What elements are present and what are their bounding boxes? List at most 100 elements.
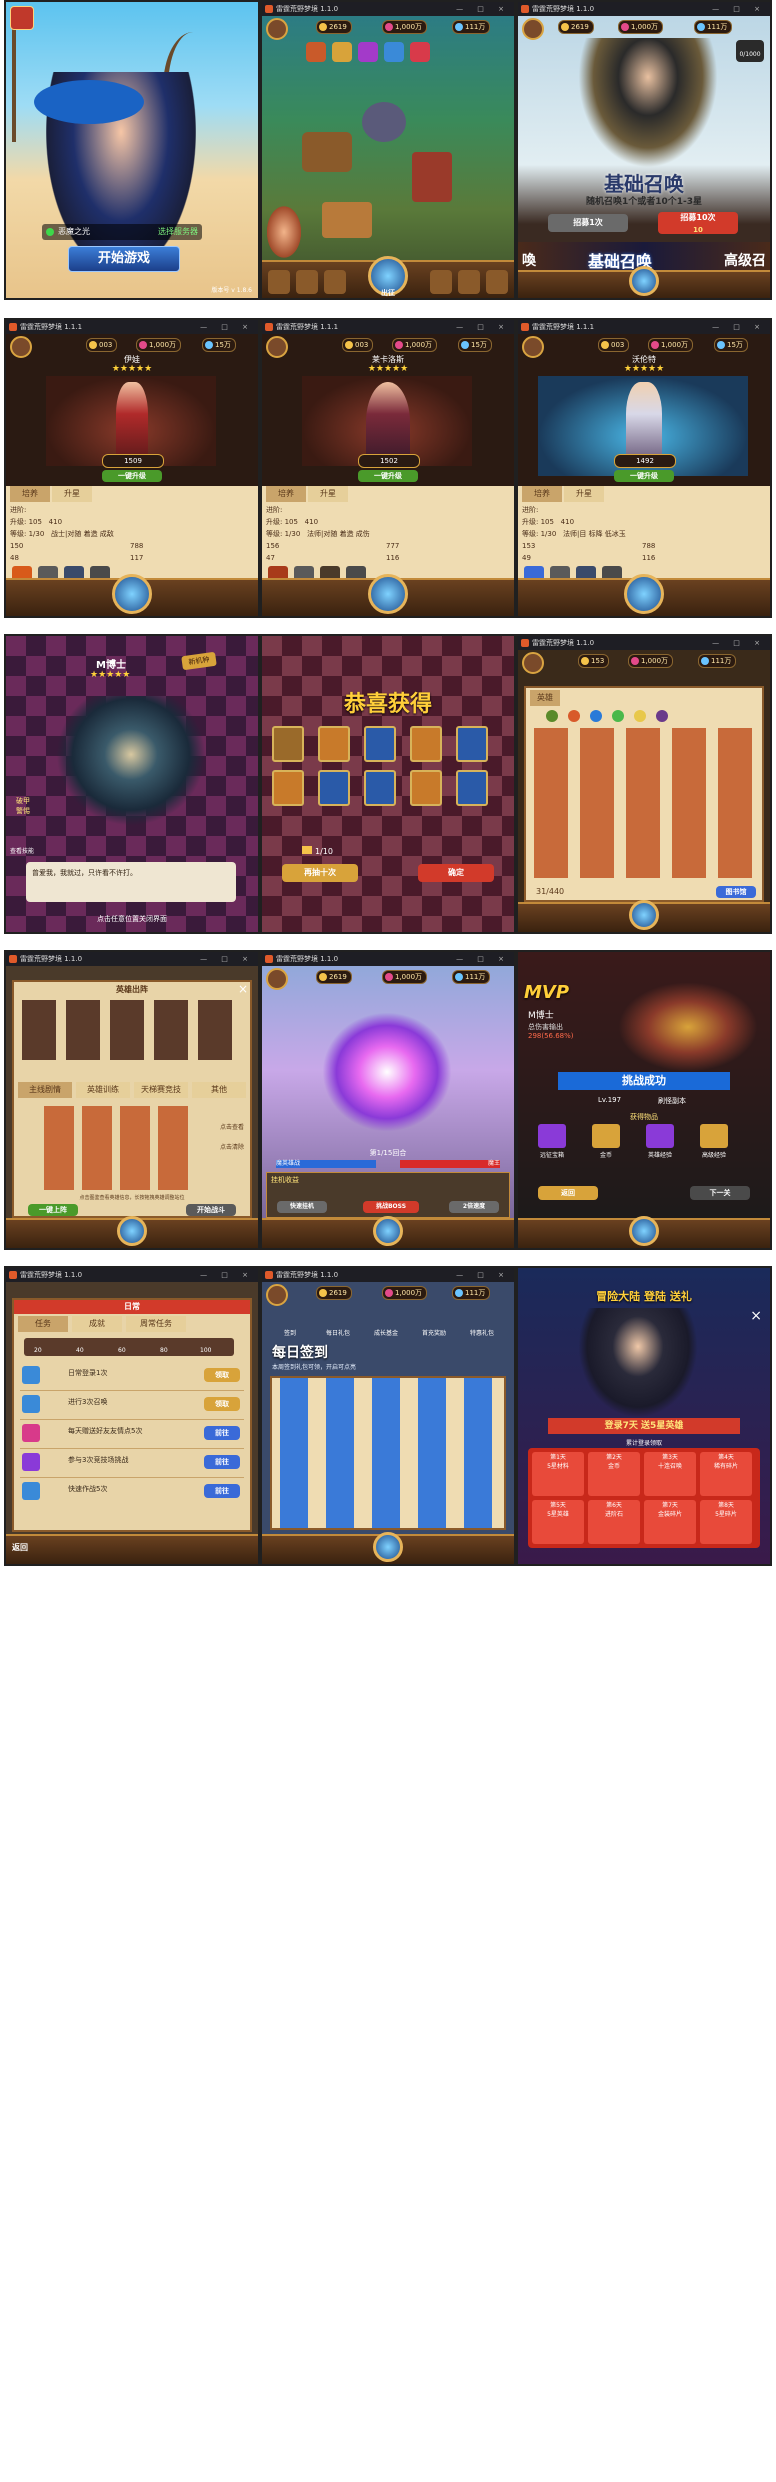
next-stage-button[interactable]: 下一关 [690,1186,750,1200]
summon-ten-button[interactable]: 招募10次 10 [658,212,738,234]
window-controls[interactable]: — □ × [200,320,254,334]
speed-button[interactable]: 2倍速度 [449,1201,499,1213]
filter-wind-icon[interactable] [612,710,624,722]
start-battle-button[interactable]: 开始战斗 [186,1204,236,1216]
window-controls[interactable]: — □ × [456,1268,510,1282]
window-controls[interactable]: — □ × [200,952,254,966]
reward-card[interactable] [364,770,396,806]
nav-back-label[interactable]: 返回 [12,1542,28,1553]
tab-star-up[interactable]: 升星 [564,486,604,502]
nav-battle-button[interactable] [373,1216,403,1246]
top-tab[interactable]: 每日礼包 [316,1328,360,1337]
reward-card[interactable] [410,726,442,762]
event-icon-5[interactable] [410,42,430,62]
one-click-upgrade-button[interactable]: 一键升级 [358,470,418,482]
top-tab[interactable]: 签到 [268,1328,312,1337]
banner-left-label[interactable]: 喚 [522,250,536,270]
tab-hero-training[interactable]: 英雄训练 [76,1082,130,1098]
event-icon-2[interactable] [332,42,352,62]
nav-battle-button[interactable] [629,1216,659,1246]
reward-card[interactable] [456,726,488,762]
window-controls[interactable]: — □ × [712,636,766,650]
reward-card[interactable] [318,726,350,762]
server-box[interactable]: 恶魔之光 选择服务器 [42,224,202,240]
back-button[interactable]: 返回 [538,1186,598,1200]
window-controls[interactable]: — □ × [456,320,510,334]
start-game-button[interactable]: 开始游戏 [68,246,180,272]
top-tab[interactable]: 成长基金 [364,1328,408,1337]
map-building-tower[interactable] [412,152,452,202]
task-claim-button[interactable]: 领取 [204,1368,240,1382]
nav-battle-button[interactable] [373,1532,403,1562]
filter-dark-icon[interactable] [656,710,668,722]
day-cell[interactable]: 第2天 金币 [588,1452,640,1496]
challenge-boss-button[interactable]: 挑战BOSS [363,1201,419,1213]
player-avatar[interactable] [522,652,544,674]
nav-battle-button[interactable] [624,574,664,614]
nav-battle-button[interactable] [112,574,152,614]
day-cell[interactable]: 第6天 进阶石 [588,1500,640,1544]
top-tab[interactable]: 首充奖励 [412,1328,456,1337]
window-controls[interactable]: — □ × [200,1268,254,1282]
filter-light-icon[interactable] [634,710,646,722]
map-building-castle[interactable] [302,132,352,172]
reward-card[interactable] [272,726,304,762]
auto-deploy-button[interactable]: 一键上阵 [28,1204,78,1216]
nav-more-button[interactable] [486,270,508,294]
quick-idle-button[interactable]: 快速挂机 [277,1201,327,1213]
side-view-label[interactable]: 点击查看 [220,1122,244,1131]
tab-train[interactable]: 培养 [266,486,306,502]
reward-card[interactable] [456,770,488,806]
tab-star-up[interactable]: 升星 [308,486,348,502]
map-building-shop[interactable] [322,202,372,238]
select-server-button[interactable]: 选择服务器 [158,226,198,237]
day-cell[interactable]: 第4天 稀有碎片 [700,1452,752,1496]
one-click-upgrade-button[interactable]: 一键升级 [102,470,162,482]
window-controls[interactable]: — □ × [456,952,510,966]
nav-battle-button[interactable] [117,1216,147,1246]
tab-ladder[interactable]: 天梯赛竞技 [134,1082,188,1098]
nav-hero-button[interactable] [268,270,290,294]
summon-again-button[interactable]: 再抽十次 [282,864,358,882]
library-button[interactable]: 图书馆 [716,886,756,898]
task-goto-button[interactable]: 前往 [204,1455,240,1469]
close-icon[interactable]: × [750,1308,762,1324]
close-icon[interactable]: × [238,982,248,996]
tab-train[interactable]: 培养 [522,486,562,502]
task-goto-button[interactable]: 前往 [204,1426,240,1440]
window-controls[interactable]: — □ × [712,2,766,16]
tab-main-story[interactable]: 主线剧情 [18,1082,72,1098]
day-cell[interactable]: 第3天 十连召唤 [644,1452,696,1496]
filter-water-icon[interactable] [590,710,602,722]
side-clear-label[interactable]: 点击清除 [220,1142,244,1151]
tab-weekly[interactable]: 周常任务 [126,1316,186,1332]
player-avatar[interactable] [266,968,288,990]
filter-fire-icon[interactable] [568,710,580,722]
reward-card[interactable] [318,770,350,806]
close-hint[interactable]: 点击任意位置关闭界面 [6,914,258,924]
one-click-upgrade-button[interactable]: 一键升级 [614,470,674,482]
task-goto-button[interactable]: 前往 [204,1484,240,1498]
day-cell[interactable]: 第1天 5星材料 [532,1452,584,1496]
map-building-arena[interactable] [362,102,406,142]
tab-star-up[interactable]: 升星 [52,486,92,502]
player-avatar[interactable] [522,18,544,40]
day-cell[interactable]: 第8天 5星碎片 [700,1500,752,1544]
tab-achievement[interactable]: 成就 [72,1316,122,1332]
tab-hero[interactable]: 英雄 [530,690,560,706]
reward-card[interactable] [272,770,304,806]
confirm-button[interactable]: 确定 [418,864,494,882]
reward-card[interactable] [364,726,396,762]
reward-card[interactable] [410,770,442,806]
player-avatar[interactable] [266,18,288,40]
boss-skill-link[interactable]: 查看技能 [10,846,34,855]
day-cell[interactable]: 第7天 金装碎片 [644,1500,696,1544]
event-icon-4[interactable] [384,42,404,62]
nav-shop-button[interactable] [458,270,480,294]
tab-train[interactable]: 培养 [10,486,50,502]
nav-summon-button[interactable] [324,270,346,294]
window-controls[interactable]: — □ × [712,320,766,334]
event-icon-3[interactable] [358,42,378,62]
nav-battle-button[interactable] [629,900,659,930]
nav-battle-button[interactable] [368,574,408,614]
